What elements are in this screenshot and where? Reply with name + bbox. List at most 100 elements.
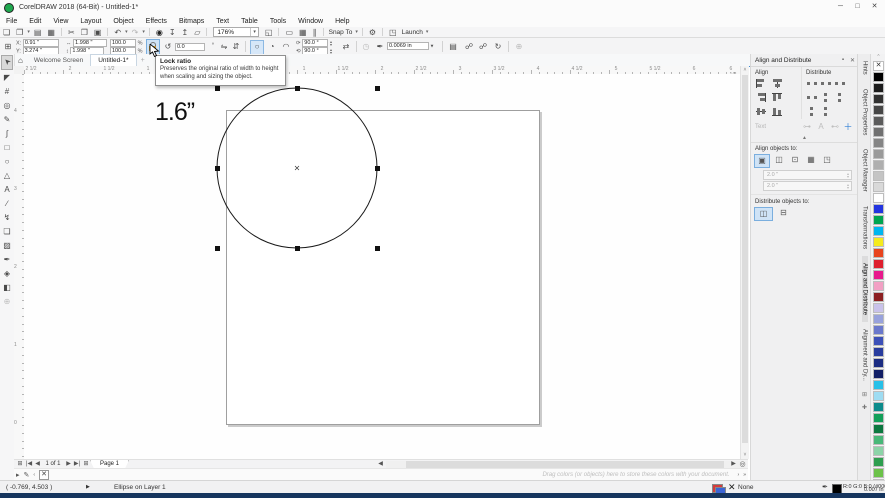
- color-swatch[interactable]: [873, 149, 884, 159]
- point-y-field[interactable]: 2.0 "▴▾: [763, 181, 852, 191]
- zoom-level-select[interactable]: 176%▾: [213, 27, 259, 37]
- import-button[interactable]: ↧: [166, 28, 179, 37]
- redo-button[interactable]: ↷: [129, 28, 142, 37]
- color-swatch[interactable]: [873, 435, 884, 445]
- color-swatch[interactable]: [873, 369, 884, 379]
- object-position-x[interactable]: X: 0.91 ": [16, 39, 59, 47]
- outline-width-select[interactable]: 0.0069 in ▾: [387, 42, 433, 50]
- arc-button[interactable]: ◠: [280, 40, 292, 53]
- rotation-input[interactable]: 0.0: [175, 43, 205, 51]
- color-swatch[interactable]: [873, 391, 884, 401]
- copy-button[interactable]: ❐: [78, 28, 91, 37]
- start-angle-input[interactable]: 90.0 °: [302, 39, 328, 47]
- align-bottom-button[interactable]: [770, 106, 784, 118]
- align-to-specified-point-button[interactable]: ◳: [820, 154, 834, 166]
- width-input[interactable]: 1.998 ": [73, 39, 107, 47]
- menu-effects[interactable]: Effects: [140, 18, 173, 25]
- horizontal-scroll-thumb[interactable]: [406, 461, 724, 468]
- color-swatch[interactable]: [873, 105, 884, 115]
- palette-expand-icon[interactable]: ▸: [14, 471, 22, 479]
- options-gear-button[interactable]: ⚙: [366, 28, 379, 37]
- new-document-button[interactable]: ❏: [0, 28, 13, 37]
- color-swatch[interactable]: [873, 358, 884, 368]
- color-eyedropper-tool[interactable]: ✒: [1, 253, 13, 266]
- rectangle-tool[interactable]: □: [1, 141, 13, 154]
- distribute-spacing-horizontally-button[interactable]: [805, 92, 817, 104]
- object-width[interactable]: ↔ 1.998 ": [66, 39, 107, 47]
- color-swatch[interactable]: [873, 380, 884, 390]
- new-tab-button[interactable]: +: [137, 57, 149, 64]
- color-swatch[interactable]: [873, 138, 884, 148]
- add-property-button[interactable]: ⊕: [513, 40, 525, 53]
- ellipse-button[interactable]: ○: [250, 40, 264, 55]
- color-swatch[interactable]: [873, 402, 884, 412]
- horizontal-scrollbar[interactable]: [386, 461, 746, 468]
- show-guidelines-button[interactable]: ∥: [310, 28, 320, 37]
- mirror-vertical-button[interactable]: ⇵: [230, 40, 242, 53]
- docker-tab-alignment-and-dy-[interactable]: Alignment and Dy...: [862, 322, 868, 388]
- pie-button[interactable]: ◔: [266, 40, 278, 53]
- distribute-spacing-vertically-button[interactable]: [819, 106, 831, 118]
- color-swatch[interactable]: [873, 171, 884, 181]
- chevron-down-icon[interactable]: ▾: [141, 29, 146, 35]
- align-to-grid-button[interactable]: ▦: [804, 154, 818, 166]
- color-swatch[interactable]: [873, 182, 884, 192]
- palette-scroll-up-icon[interactable]: ⌃: [871, 54, 885, 60]
- home-icon[interactable]: ⌂: [14, 56, 27, 65]
- collapse-chevron-icon[interactable]: ▲: [751, 135, 858, 141]
- wrap-text-button[interactable]: ▤: [447, 40, 459, 53]
- x-input[interactable]: 0.91 ": [23, 39, 59, 47]
- color-swatch[interactable]: [873, 457, 884, 467]
- search-content-button[interactable]: ◉: [153, 28, 166, 37]
- distribute-bottom-button[interactable]: [805, 106, 817, 118]
- menu-text[interactable]: Text: [210, 18, 235, 25]
- distribute-to-extent-of-page-button[interactable]: ⊟: [775, 207, 792, 219]
- menu-view[interactable]: View: [47, 18, 74, 25]
- menu-bitmaps[interactable]: Bitmaps: [173, 18, 210, 25]
- text-tool[interactable]: A: [1, 183, 13, 196]
- distribute-to-extent-of-selection-button[interactable]: ◫: [754, 207, 773, 221]
- maximize-button[interactable]: □: [849, 0, 866, 14]
- color-swatch[interactable]: [873, 127, 884, 137]
- open-button[interactable]: ❐: [13, 28, 26, 37]
- eyedropper-icon[interactable]: ✎: [22, 471, 32, 479]
- align-top-button[interactable]: [770, 92, 784, 104]
- menu-file[interactable]: File: [0, 18, 23, 25]
- color-swatch[interactable]: [873, 281, 884, 291]
- scroll-down-icon[interactable]: ˅: [741, 451, 749, 459]
- chevron-down-icon[interactable]: ▾: [425, 29, 430, 35]
- color-swatch[interactable]: [873, 248, 884, 258]
- scale-width[interactable]: 100.0 %: [110, 39, 143, 47]
- smart-fill-tool[interactable]: ◧: [1, 281, 13, 294]
- to-layer-button[interactable]: ◷: [360, 40, 372, 53]
- scroll-up-icon[interactable]: ˄: [741, 66, 749, 74]
- menu-table[interactable]: Table: [235, 18, 264, 25]
- color-swatch[interactable]: [873, 413, 884, 423]
- customize-toolbox-button[interactable]: ⊕: [1, 295, 13, 308]
- cut-button[interactable]: ✂: [65, 28, 78, 37]
- color-swatch[interactable]: [873, 160, 884, 170]
- distribute-top-button[interactable]: [819, 92, 831, 104]
- text-plus-button[interactable]: ＋: [843, 121, 853, 133]
- color-swatch[interactable]: [873, 468, 884, 478]
- pick-tool[interactable]: ➤: [1, 55, 13, 70]
- docker-tab-object-properties[interactable]: Object Properties: [862, 82, 868, 142]
- vertical-scrollbar[interactable]: ˄ ˅: [740, 66, 749, 459]
- full-screen-preview-button[interactable]: ◱: [262, 28, 276, 37]
- menu-window[interactable]: Window: [292, 18, 329, 25]
- tab-welcome-screen[interactable]: Welcome Screen: [27, 55, 90, 66]
- color-swatch[interactable]: [873, 270, 884, 280]
- color-swatch[interactable]: [873, 303, 884, 313]
- docker-tab-object-manager[interactable]: Object Manager: [862, 142, 868, 199]
- align-to-page-center-button[interactable]: ⊡: [788, 154, 802, 166]
- tab-untitled-1[interactable]: Untitled-1*: [90, 54, 136, 66]
- export-button[interactable]: ↥: [179, 28, 192, 37]
- menu-tools[interactable]: Tools: [264, 18, 292, 25]
- color-swatch[interactable]: [873, 72, 884, 82]
- quick-customize-icon[interactable]: ⊞: [862, 388, 867, 401]
- paste-button[interactable]: ▣: [91, 28, 105, 37]
- align-right-button[interactable]: [754, 92, 768, 104]
- menu-help[interactable]: Help: [329, 18, 355, 25]
- drop-shadow-tool[interactable]: ❏: [1, 225, 13, 238]
- distribute-right-button[interactable]: [833, 78, 845, 90]
